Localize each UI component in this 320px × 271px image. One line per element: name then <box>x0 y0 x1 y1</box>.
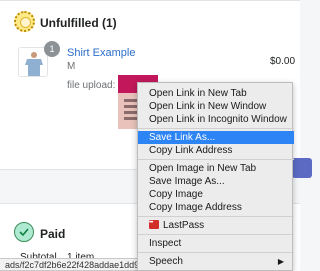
unfulfilled-status-icon <box>14 11 35 32</box>
menu-inspect[interactable]: Inspect <box>138 237 294 250</box>
paid-check-icon <box>14 222 34 242</box>
menu-separator <box>138 128 294 129</box>
menu-save-image-as[interactable]: Save Image As... <box>138 175 294 188</box>
quantity-badge: 1 <box>44 41 60 57</box>
menu-open-link-new-tab[interactable]: Open Link in New Tab <box>138 87 294 100</box>
menu-separator <box>138 252 294 253</box>
menu-open-link-new-window[interactable]: Open Link in New Window <box>138 100 294 113</box>
menu-open-image-new-tab[interactable]: Open Image in New Tab <box>138 162 294 175</box>
menu-separator <box>138 159 294 160</box>
menu-speech-label: Speech <box>149 256 183 267</box>
submenu-arrow-icon: ▶ <box>277 257 284 266</box>
menu-copy-image[interactable]: Copy Image <box>138 188 294 201</box>
menu-open-link-incognito[interactable]: Open Link in Incognito Window <box>138 113 294 126</box>
product-variant: M <box>67 61 76 72</box>
menu-separator <box>138 216 294 217</box>
menu-copy-link-address[interactable]: Copy Link Address <box>138 144 294 157</box>
lastpass-icon <box>149 217 159 230</box>
menu-lastpass[interactable]: LastPass <box>138 217 294 232</box>
menu-speech[interactable]: Speech ▶ <box>138 255 294 268</box>
context-menu: Open Link in New Tab Open Link in New Wi… <box>137 82 294 271</box>
menu-separator <box>138 234 294 235</box>
menu-lastpass-label: LastPass <box>163 220 205 231</box>
menu-copy-image-address[interactable]: Copy Image Address <box>138 201 294 214</box>
file-upload-label: file upload: <box>67 80 116 91</box>
paid-title: Paid <box>40 227 66 241</box>
product-name-link[interactable]: Shirt Example <box>67 47 135 59</box>
side-action-button[interactable] <box>292 158 312 178</box>
menu-save-link-as[interactable]: Save Link As... <box>138 131 294 144</box>
product-price: $0.00 <box>270 56 296 67</box>
unfulfilled-title: Unfulfilled (1) <box>40 16 117 30</box>
